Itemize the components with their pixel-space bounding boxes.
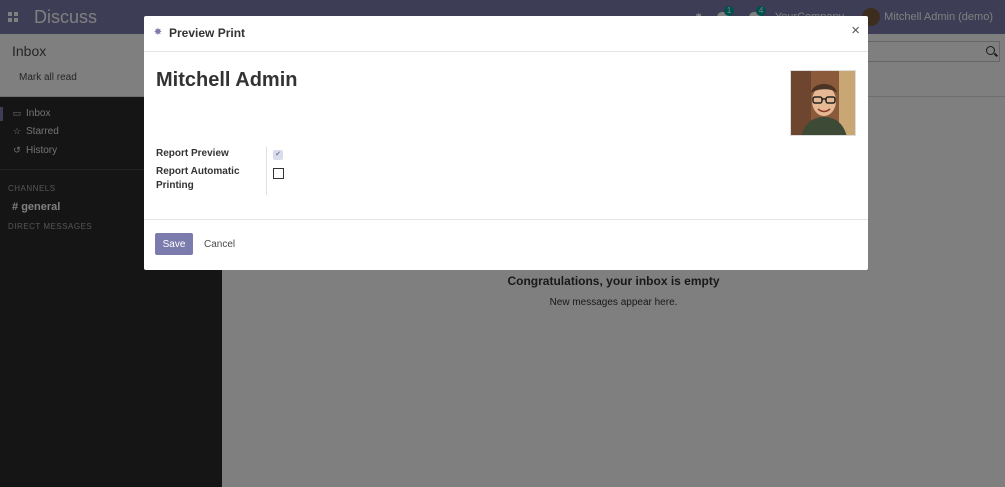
cancel-button[interactable]: Cancel: [196, 233, 243, 255]
divider: [266, 147, 267, 195]
dialog-title: Preview Print: [169, 26, 246, 40]
bug-icon: ✸: [153, 27, 163, 38]
report-preview-label: Report Preview: [156, 148, 229, 159]
dialog-header: ✸ Preview Print ×: [144, 16, 868, 52]
close-icon[interactable]: ×: [851, 23, 860, 39]
report-automatic-printing-checkbox[interactable]: [273, 168, 284, 179]
user-photo: [790, 70, 856, 136]
dialog-footer: Save Cancel: [144, 219, 868, 270]
report-preview-checkbox[interactable]: ✔: [273, 150, 283, 160]
record-name: Mitchell Admin: [156, 69, 298, 91]
save-button[interactable]: Save: [155, 233, 193, 255]
preview-print-dialog: ✸ Preview Print × Mitchell Admin Report …: [144, 16, 868, 270]
report-automatic-printing-label: Report Automatic Printing: [156, 166, 240, 191]
